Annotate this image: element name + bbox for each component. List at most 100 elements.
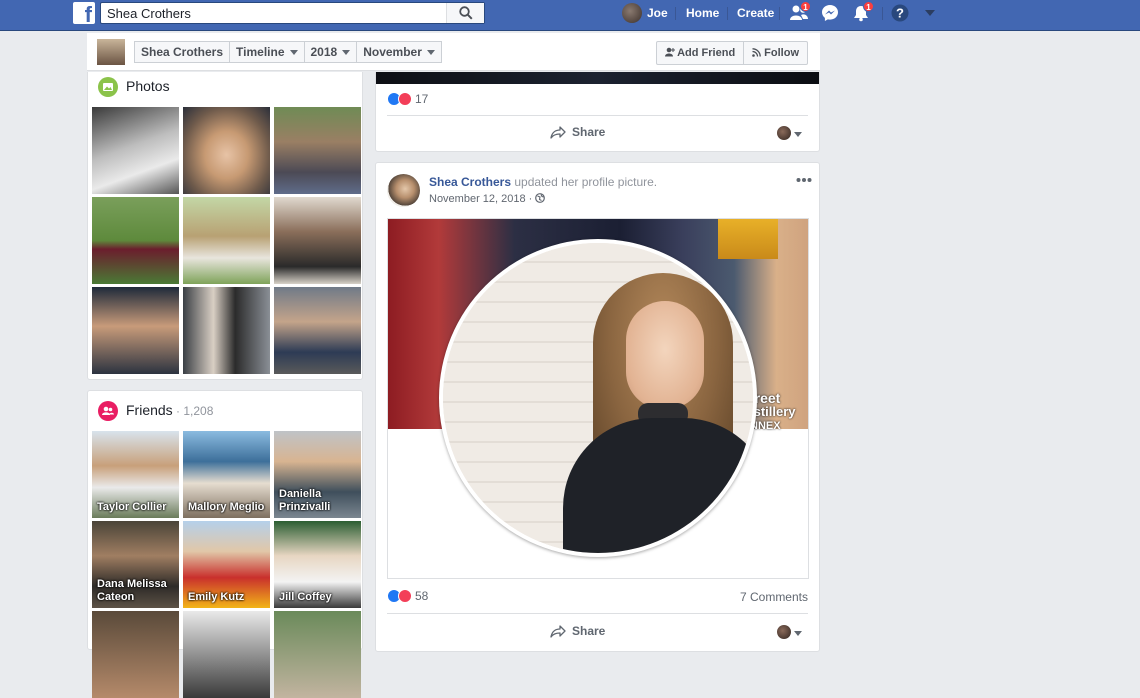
profile-link[interactable]: Joe (647, 0, 668, 31)
reaction-count: 58 (415, 589, 429, 603)
add-friend-button[interactable]: Add Friend (657, 42, 743, 64)
chevron-down-icon[interactable] (794, 132, 802, 137)
post-date-link[interactable]: November 12, 2018 · (429, 193, 535, 205)
search-icon (459, 6, 473, 20)
friend-name[interactable]: Dana Melissa Cateon (97, 578, 167, 604)
divider (779, 7, 780, 20)
reactions-summary[interactable]: 58 (387, 589, 428, 603)
post-header-text: Shea Crothers updated her profile pictur… (429, 175, 657, 189)
share-as-avatar[interactable] (777, 625, 791, 639)
friend-tile[interactable]: Dana Melissa Cateon (92, 521, 179, 608)
profile-picture-update-image[interactable]: treet istillery NNEX (387, 218, 809, 579)
photo-thumbnail[interactable] (183, 107, 270, 194)
photo-thumbnail[interactable] (274, 287, 361, 374)
photos-grid (92, 107, 361, 374)
photo-thumbnail[interactable] (92, 197, 179, 284)
svg-text:?: ? (896, 6, 904, 21)
post-timestamp: November 12, 2018 · (429, 193, 546, 205)
timeline-post: 17 Share (375, 72, 820, 152)
photos-section-icon (98, 77, 118, 97)
friend-tile[interactable]: Mallory Meglio (183, 431, 270, 518)
photo-thumbnail[interactable] (183, 197, 270, 284)
friends-title[interactable]: Friends · 1,208 (126, 402, 213, 418)
messenger-icon[interactable] (821, 4, 839, 22)
notifications-badge: 1 (863, 1, 874, 12)
chevron-down-icon (342, 50, 351, 56)
friend-tile[interactable] (274, 611, 361, 698)
help-icon[interactable]: ? (891, 4, 909, 22)
profile-action-buttons: Add Friend Follow (656, 41, 808, 65)
create-link[interactable]: Create (737, 0, 774, 31)
chevron-down-icon[interactable] (794, 631, 802, 636)
share-as-avatar[interactable] (777, 126, 791, 140)
friends-count: · 1,208 (172, 404, 214, 418)
photo-thumbnail[interactable] (183, 287, 270, 374)
chevron-down-icon (426, 50, 435, 56)
timeline-breadcrumb: Shea Crothers Timeline 2018 November (134, 41, 442, 63)
divider (387, 613, 808, 614)
reactions-summary[interactable]: 17 (387, 92, 428, 106)
breadcrumb-month[interactable]: November (357, 42, 441, 62)
facebook-logo[interactable]: f (73, 2, 95, 24)
author-name-link[interactable]: Shea Crothers (429, 175, 511, 189)
follow-button[interactable]: Follow (743, 42, 807, 64)
profile-circle-frame (439, 239, 757, 557)
profile-thumbnail[interactable] (97, 39, 125, 65)
photo-thumbnail[interactable] (274, 197, 361, 284)
account-menu-chevron-icon[interactable] (925, 9, 935, 17)
public-globe-icon (535, 193, 546, 203)
profile-sticky-header: Shea Crothers Timeline 2018 November Add… (87, 33, 820, 71)
comments-count-link[interactable]: 7 Comments (740, 590, 808, 604)
photos-title[interactable]: Photos (126, 78, 170, 94)
divider (727, 7, 728, 20)
photo-thumbnail[interactable] (92, 287, 179, 374)
share-icon (550, 126, 566, 139)
friends-card: Friends · 1,208 Taylor Collier Mallory M… (87, 390, 363, 698)
friends-section-icon (98, 401, 118, 421)
friend-tile[interactable]: Taylor Collier (92, 431, 179, 518)
love-reaction-icon (398, 589, 412, 603)
love-reaction-icon (398, 92, 412, 106)
friend-tile[interactable]: Daniella Prinzivalli (274, 431, 361, 518)
search-button[interactable] (446, 3, 484, 23)
friend-tile[interactable] (92, 611, 179, 698)
search-input[interactable]: Shea Crothers (100, 2, 485, 24)
photo-thumbnail[interactable] (92, 107, 179, 194)
share-icon (550, 625, 566, 638)
top-navigation-bar: f Shea Crothers Joe Home Create 1 1 ? (0, 0, 1140, 31)
post-action-text: updated her profile picture. (511, 175, 658, 189)
photo-thumbnail[interactable] (274, 107, 361, 194)
more-options-icon[interactable] (796, 177, 812, 183)
friends-grid: Taylor Collier Mallory Meglio Daniella P… (92, 431, 361, 698)
breadcrumb-profile-name[interactable]: Shea Crothers (135, 42, 231, 62)
search-value: Shea Crothers (107, 6, 191, 21)
friend-requests-badge: 1 (800, 1, 811, 12)
divider (675, 7, 676, 20)
friend-name[interactable]: Daniella Prinzivalli (279, 488, 330, 514)
timeline-post: Shea Crothers updated her profile pictur… (375, 162, 820, 652)
share-button[interactable]: Share (550, 624, 605, 638)
add-friend-icon (665, 47, 676, 57)
breadcrumb-year[interactable]: 2018 (305, 42, 358, 62)
photos-card: Photos (87, 72, 363, 380)
divider (387, 115, 808, 116)
friend-tile[interactable] (183, 611, 270, 698)
reaction-count: 17 (415, 92, 429, 106)
post-image-bottom-edge[interactable] (376, 72, 819, 84)
friend-name[interactable]: Mallory Meglio (188, 501, 264, 514)
share-button[interactable]: Share (550, 125, 605, 139)
rss-follow-icon (752, 48, 762, 57)
friend-name[interactable]: Taylor Collier (97, 501, 166, 514)
friend-tile[interactable]: Emily Kutz (183, 521, 270, 608)
friend-name[interactable]: Emily Kutz (188, 591, 244, 604)
author-avatar[interactable] (387, 174, 420, 207)
friend-name[interactable]: Jill Coffey (279, 591, 332, 604)
user-avatar[interactable] (622, 3, 642, 23)
breadcrumb-timeline[interactable]: Timeline (230, 42, 305, 62)
profile-picture (443, 243, 753, 553)
face-shape (626, 301, 704, 409)
chevron-down-icon (289, 50, 298, 56)
home-link[interactable]: Home (686, 0, 719, 31)
divider (882, 7, 883, 20)
friend-tile[interactable]: Jill Coffey (274, 521, 361, 608)
